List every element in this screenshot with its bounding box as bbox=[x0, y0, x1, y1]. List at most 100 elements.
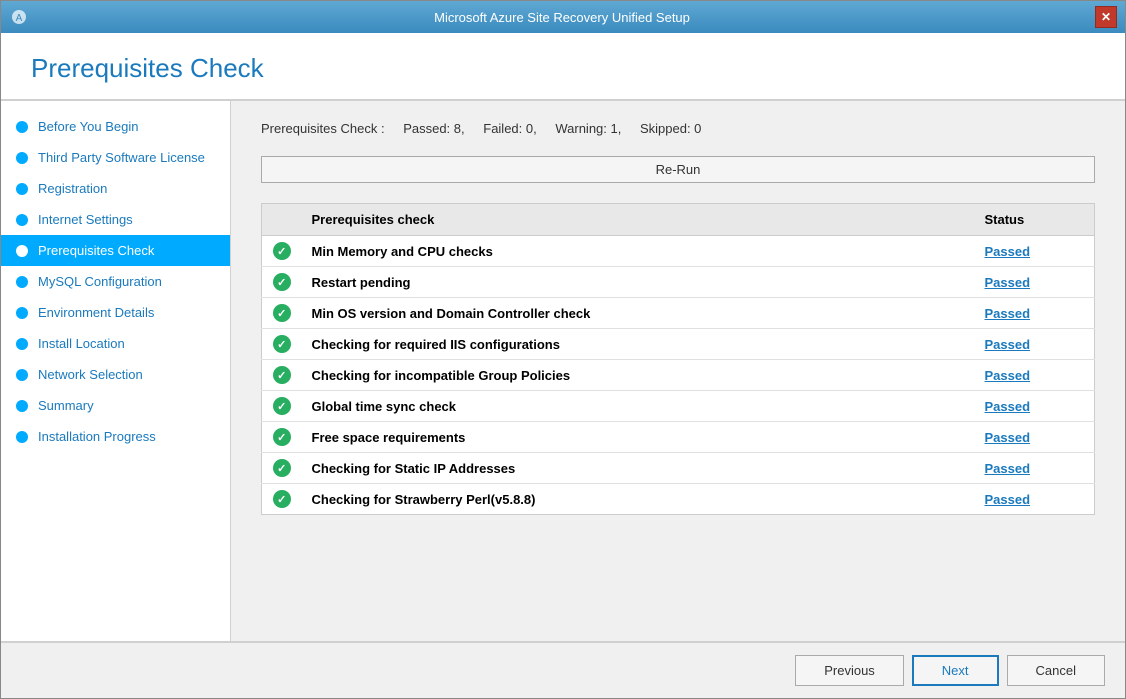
check-status-cell[interactable]: Passed bbox=[975, 298, 1095, 329]
sidebar-label-install-location: Install Location bbox=[38, 336, 125, 351]
status-passed-link[interactable]: Passed bbox=[985, 275, 1031, 290]
check-name-cell: Restart pending bbox=[302, 267, 975, 298]
sidebar-dot-internet-settings bbox=[16, 214, 28, 226]
check-icon-cell: ✓ bbox=[262, 453, 302, 484]
summary-label: Prerequisites Check : bbox=[261, 121, 385, 136]
passed-count: Passed: 8, bbox=[403, 121, 464, 136]
check-passed-icon: ✓ bbox=[273, 242, 291, 260]
check-icon-cell: ✓ bbox=[262, 391, 302, 422]
sidebar-item-internet-settings[interactable]: Internet Settings bbox=[1, 204, 230, 235]
sidebar-dot-mysql-configuration bbox=[16, 276, 28, 288]
check-passed-icon: ✓ bbox=[273, 335, 291, 353]
status-passed-link[interactable]: Passed bbox=[985, 306, 1031, 321]
summary-line: Prerequisites Check : Passed: 8, Failed:… bbox=[261, 121, 1095, 136]
check-name-cell: Checking for incompatible Group Policies bbox=[302, 360, 975, 391]
table-row: ✓ Checking for Static IP Addresses Passed bbox=[262, 453, 1095, 484]
sidebar-item-third-party-software[interactable]: Third Party Software License bbox=[1, 142, 230, 173]
table-row: ✓ Restart pending Passed bbox=[262, 267, 1095, 298]
sidebar-item-prerequisites-check[interactable]: Prerequisites Check bbox=[1, 235, 230, 266]
check-name-cell: Min Memory and CPU checks bbox=[302, 236, 975, 267]
check-passed-icon: ✓ bbox=[273, 459, 291, 477]
sidebar-dot-environment-details bbox=[16, 307, 28, 319]
check-name-cell: Global time sync check bbox=[302, 391, 975, 422]
check-icon-cell: ✓ bbox=[262, 236, 302, 267]
table-row: ✓Min OS version and Domain Controller ch… bbox=[262, 298, 1095, 329]
sidebar: Before You Begin Third Party Software Lic… bbox=[1, 101, 231, 641]
check-icon-cell: ✓ bbox=[262, 360, 302, 391]
status-passed-link[interactable]: Passed bbox=[985, 399, 1031, 414]
check-passed-icon: ✓ bbox=[273, 273, 291, 291]
check-icon-cell: ✓ bbox=[262, 484, 302, 515]
svg-text:A: A bbox=[16, 13, 23, 24]
sidebar-item-network-selection[interactable]: Network Selection bbox=[1, 359, 230, 390]
sidebar-dot-summary bbox=[16, 400, 28, 412]
check-status-cell[interactable]: Passed bbox=[975, 391, 1095, 422]
table-row: ✓ Free space requirements Passed bbox=[262, 422, 1095, 453]
check-name-cell: Free space requirements bbox=[302, 422, 975, 453]
sidebar-item-install-location[interactable]: Install Location bbox=[1, 328, 230, 359]
cancel-button[interactable]: Cancel bbox=[1007, 655, 1105, 686]
sidebar-dot-install-location bbox=[16, 338, 28, 350]
sidebar-dot-prerequisites-check bbox=[16, 245, 28, 257]
sidebar-dot-before-you-begin bbox=[16, 121, 28, 133]
warning-count: Warning: 1, bbox=[555, 121, 621, 136]
check-name-cell: Checking for required IIS configurations bbox=[302, 329, 975, 360]
table-row: ✓ Min Memory and CPU checks Passed bbox=[262, 236, 1095, 267]
check-name-cell: Checking for Strawberry Perl(v5.8.8) bbox=[302, 484, 975, 515]
main-content: Prerequisites Check : Passed: 8, Failed:… bbox=[231, 101, 1125, 641]
titlebar: A Microsoft Azure Site Recovery Unified … bbox=[1, 1, 1125, 33]
status-passed-link[interactable]: Passed bbox=[985, 430, 1031, 445]
check-passed-icon: ✓ bbox=[273, 366, 291, 384]
sidebar-label-environment-details: Environment Details bbox=[38, 305, 154, 320]
main-window: A Microsoft Azure Site Recovery Unified … bbox=[0, 0, 1126, 699]
check-passed-icon: ✓ bbox=[273, 428, 291, 446]
sidebar-label-summary: Summary bbox=[38, 398, 94, 413]
status-passed-link[interactable]: Passed bbox=[985, 337, 1031, 352]
status-passed-link[interactable]: Passed bbox=[985, 492, 1031, 507]
status-passed-link[interactable]: Passed bbox=[985, 368, 1031, 383]
sidebar-label-third-party-software: Third Party Software License bbox=[38, 150, 205, 165]
sidebar-item-environment-details[interactable]: Environment Details bbox=[1, 297, 230, 328]
check-status-cell[interactable]: Passed bbox=[975, 329, 1095, 360]
close-button[interactable]: ✕ bbox=[1095, 6, 1117, 28]
table-row: ✓Global time sync check Passed bbox=[262, 391, 1095, 422]
check-icon-cell: ✓ bbox=[262, 422, 302, 453]
table-row: ✓ Checking for incompatible Group Policie… bbox=[262, 360, 1095, 391]
sidebar-item-before-you-begin[interactable]: Before You Begin bbox=[1, 111, 230, 142]
sidebar-dot-network-selection bbox=[16, 369, 28, 381]
sidebar-item-summary[interactable]: Summary bbox=[1, 390, 230, 421]
check-icon-cell: ✓ bbox=[262, 267, 302, 298]
skipped-count: Skipped: 0 bbox=[640, 121, 701, 136]
check-name-cell: Checking for Static IP Addresses bbox=[302, 453, 975, 484]
sidebar-label-prerequisites-check: Prerequisites Check bbox=[38, 243, 154, 258]
check-status-cell[interactable]: Passed bbox=[975, 484, 1095, 515]
sidebar-label-mysql-configuration: MySQL Configuration bbox=[38, 274, 162, 289]
check-status-cell[interactable]: Passed bbox=[975, 422, 1095, 453]
sidebar-dot-installation-progress bbox=[16, 431, 28, 443]
check-icon-cell: ✓ bbox=[262, 298, 302, 329]
check-status-cell[interactable]: Passed bbox=[975, 360, 1095, 391]
previous-button[interactable]: Previous bbox=[795, 655, 904, 686]
sidebar-label-installation-progress: Installation Progress bbox=[38, 429, 156, 444]
table-row: ✓ Checking for required IIS configuration… bbox=[262, 329, 1095, 360]
window-title: Microsoft Azure Site Recovery Unified Se… bbox=[29, 10, 1095, 25]
footer-area: Previous Next Cancel bbox=[1, 641, 1125, 698]
rerun-button[interactable]: Re-Run bbox=[261, 156, 1095, 183]
titlebar-icon: A bbox=[9, 7, 29, 27]
status-passed-link[interactable]: Passed bbox=[985, 461, 1031, 476]
check-status-cell[interactable]: Passed bbox=[975, 236, 1095, 267]
check-status-cell[interactable]: Passed bbox=[975, 267, 1095, 298]
check-passed-icon: ✓ bbox=[273, 490, 291, 508]
check-table: Prerequisites check Status ✓Min Memory a… bbox=[261, 203, 1095, 515]
sidebar-item-registration[interactable]: Registration bbox=[1, 173, 230, 204]
check-status-cell[interactable]: Passed bbox=[975, 453, 1095, 484]
page-title: Prerequisites Check bbox=[31, 53, 1095, 84]
table-row: ✓ Checking for Strawberry Perl(v5.8.8) Pas… bbox=[262, 484, 1095, 515]
sidebar-item-installation-progress[interactable]: Installation Progress bbox=[1, 421, 230, 452]
next-button[interactable]: Next bbox=[912, 655, 999, 686]
col-check-header: Prerequisites check bbox=[302, 204, 975, 236]
status-passed-link[interactable]: Passed bbox=[985, 244, 1031, 259]
sidebar-dot-third-party-software bbox=[16, 152, 28, 164]
sidebar-item-mysql-configuration[interactable]: MySQL Configuration bbox=[1, 266, 230, 297]
sidebar-dot-registration bbox=[16, 183, 28, 195]
